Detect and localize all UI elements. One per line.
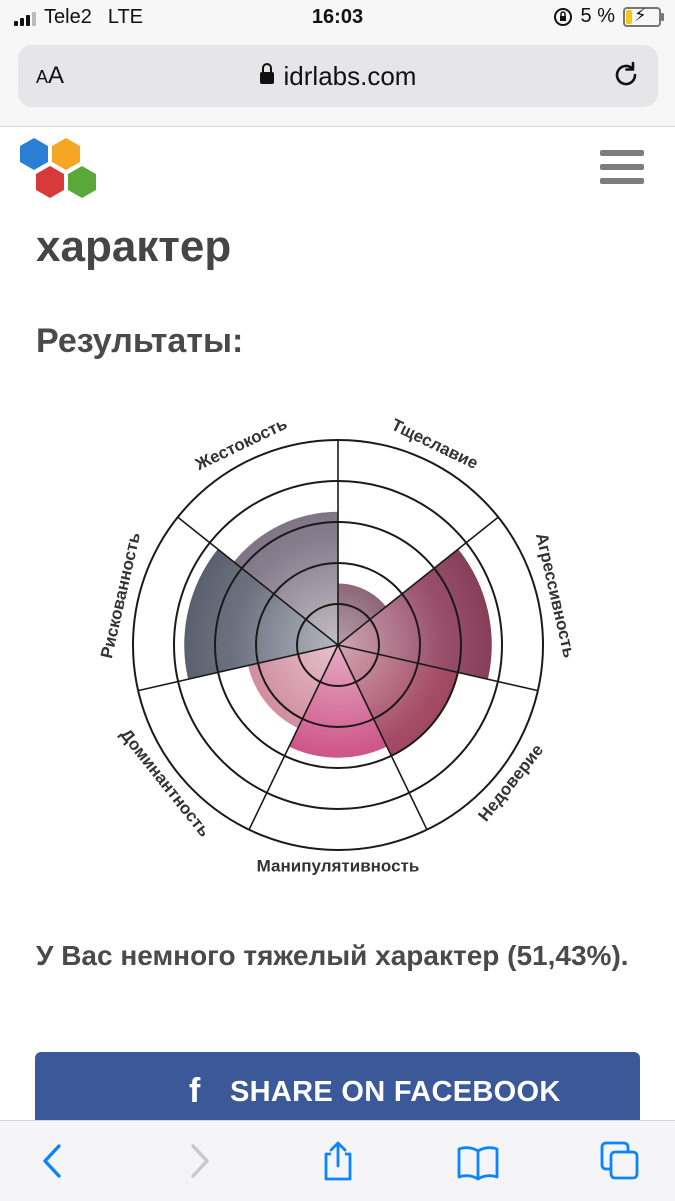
bookmarks-icon[interactable]: [456, 1139, 500, 1183]
address-bar[interactable]: AA idrlabs.com: [18, 45, 658, 107]
chart-label-6: Рискованность: [97, 531, 144, 661]
tabs-icon[interactable]: [598, 1139, 642, 1183]
logo-orange-hex: [52, 138, 80, 170]
chart-label-3: Недоверие: [474, 741, 547, 825]
result-text: У Вас немного тяжелый характер (51,43%).: [36, 940, 629, 971]
battery-percent: 5 %: [580, 5, 615, 27]
chart-label-4: Манипулятивность: [257, 856, 420, 875]
facebook-icon: f: [189, 1072, 201, 1110]
status-right: 5 % ⚡: [553, 5, 664, 28]
logo-green-hex: [68, 166, 96, 198]
lock-icon: [259, 63, 274, 84]
logo-red-hex: [36, 166, 64, 198]
url-display[interactable]: idrlabs.com: [18, 61, 658, 92]
share-facebook-label: SHARE ON FACEBOOK: [230, 1076, 561, 1108]
share-icon[interactable]: [316, 1139, 360, 1183]
back-icon[interactable]: [32, 1139, 76, 1183]
battery-icon: ⚡: [623, 5, 664, 27]
results-heading: Результаты:: [36, 322, 244, 360]
logo-blue-hex: [20, 138, 48, 170]
browser-toolbar: [0, 1120, 675, 1201]
forward-icon[interactable]: [176, 1139, 220, 1183]
url-text: idrlabs.com: [283, 61, 417, 91]
orientation-lock-icon: [553, 7, 572, 26]
site-logo[interactable]: [18, 138, 100, 202]
chart-label-2: Агрессивность: [532, 531, 579, 659]
results-chart: ТщеславиеАгрессивностьНедовериеМанипулят…: [97, 414, 579, 875]
status-bar: Tele2 LTE 16:03 5 % ⚡: [0, 0, 675, 36]
reload-icon[interactable]: [610, 59, 642, 91]
menu-button[interactable]: [600, 150, 644, 188]
page-title: характер: [36, 222, 232, 271]
browser-header: AA idrlabs.com: [0, 36, 675, 127]
chart-label-5: Доминантность: [116, 725, 213, 840]
